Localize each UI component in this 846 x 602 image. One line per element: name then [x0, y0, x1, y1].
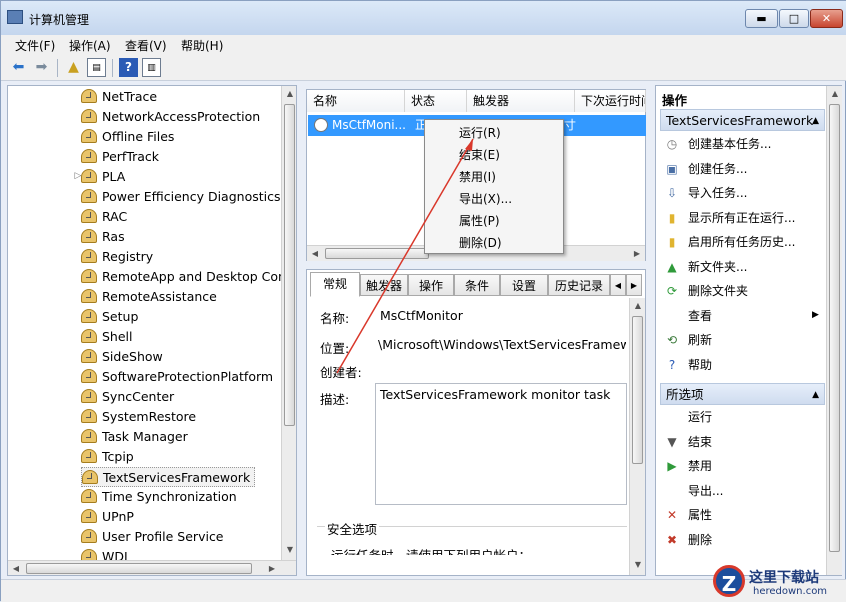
- refresh-folder-icon: ⟳: [666, 284, 678, 298]
- actions-scroll-thumb[interactable]: [829, 104, 840, 552]
- clock-icon: ◷: [666, 137, 678, 151]
- action-item[interactable]: 运行: [688, 407, 712, 427]
- action-item[interactable]: 导入任务...: [688, 183, 747, 203]
- action-item[interactable]: 导出...: [688, 481, 723, 501]
- folder-history-icon: ▮: [668, 235, 676, 249]
- stop-icon: ▼: [667, 434, 677, 449]
- section-title: TextServicesFramework: [666, 113, 814, 128]
- properties-icon: ✕: [666, 508, 678, 522]
- actions-section-selected[interactable]: 所选项 ▲: [660, 383, 825, 405]
- actions-title: 操作: [662, 93, 688, 108]
- collapse-icon[interactable]: ▲: [812, 110, 819, 132]
- actions-vertical-scrollbar[interactable]: ▲: [826, 86, 842, 575]
- folder-running-icon: ▮: [668, 210, 676, 225]
- action-item[interactable]: 属性: [688, 505, 712, 525]
- actions-pane: 操作 TextServicesFramework ▲ ◷ 创建基本任务... ▣ 创建…: [655, 85, 842, 576]
- new-folder-icon: ▲: [667, 259, 677, 274]
- action-item[interactable]: 禁用: [688, 456, 712, 476]
- action-item[interactable]: 新文件夹...: [688, 257, 747, 277]
- delete-icon: ✖: [666, 532, 678, 547]
- submenu-arrow-icon[interactable]: ▶: [812, 310, 819, 320]
- action-item[interactable]: 显示所有正在运行...: [688, 208, 795, 228]
- watermark-en: heredown.com: [753, 586, 828, 597]
- action-item[interactable]: 创建基本任务...: [688, 134, 771, 154]
- action-item[interactable]: 删除: [688, 530, 712, 550]
- scroll-up-icon[interactable]: ▲: [827, 86, 843, 102]
- refresh-icon: ⟲: [666, 333, 678, 347]
- actions-section-textservicesframework[interactable]: TextServicesFramework ▲: [660, 109, 825, 131]
- enable-icon: ▶: [667, 459, 677, 473]
- action-item[interactable]: 刷新: [688, 330, 712, 350]
- section-title: 所选项: [666, 387, 704, 402]
- collapse-icon[interactable]: ▲: [812, 384, 819, 406]
- action-item[interactable]: 结束: [688, 432, 712, 452]
- annotation-arrow-line: [336, 138, 474, 374]
- task-icon: ▣: [666, 161, 678, 176]
- action-item[interactable]: 删除文件夹: [688, 281, 748, 301]
- annotation-arrow-head: [465, 139, 473, 151]
- action-item[interactable]: 创建任务...: [688, 159, 747, 179]
- watermark-logo: Z: [713, 565, 745, 597]
- action-item[interactable]: 帮助: [688, 355, 712, 375]
- action-item[interactable]: 查看: [688, 306, 712, 326]
- watermark-cn: 这里下载站: [749, 570, 819, 586]
- import-icon: ⇩: [666, 186, 678, 200]
- help-icon: ?: [668, 357, 676, 372]
- watermark: Z 这里下载站 heredown.com: [713, 563, 846, 602]
- action-item[interactable]: 启用所有任务历史...: [688, 232, 795, 252]
- computer-management-window: 计算机管理 ▬ □ ✕ 文件(F) 操作(A) 查看(V) 帮助(H) ⬅ ➡ …: [0, 0, 846, 602]
